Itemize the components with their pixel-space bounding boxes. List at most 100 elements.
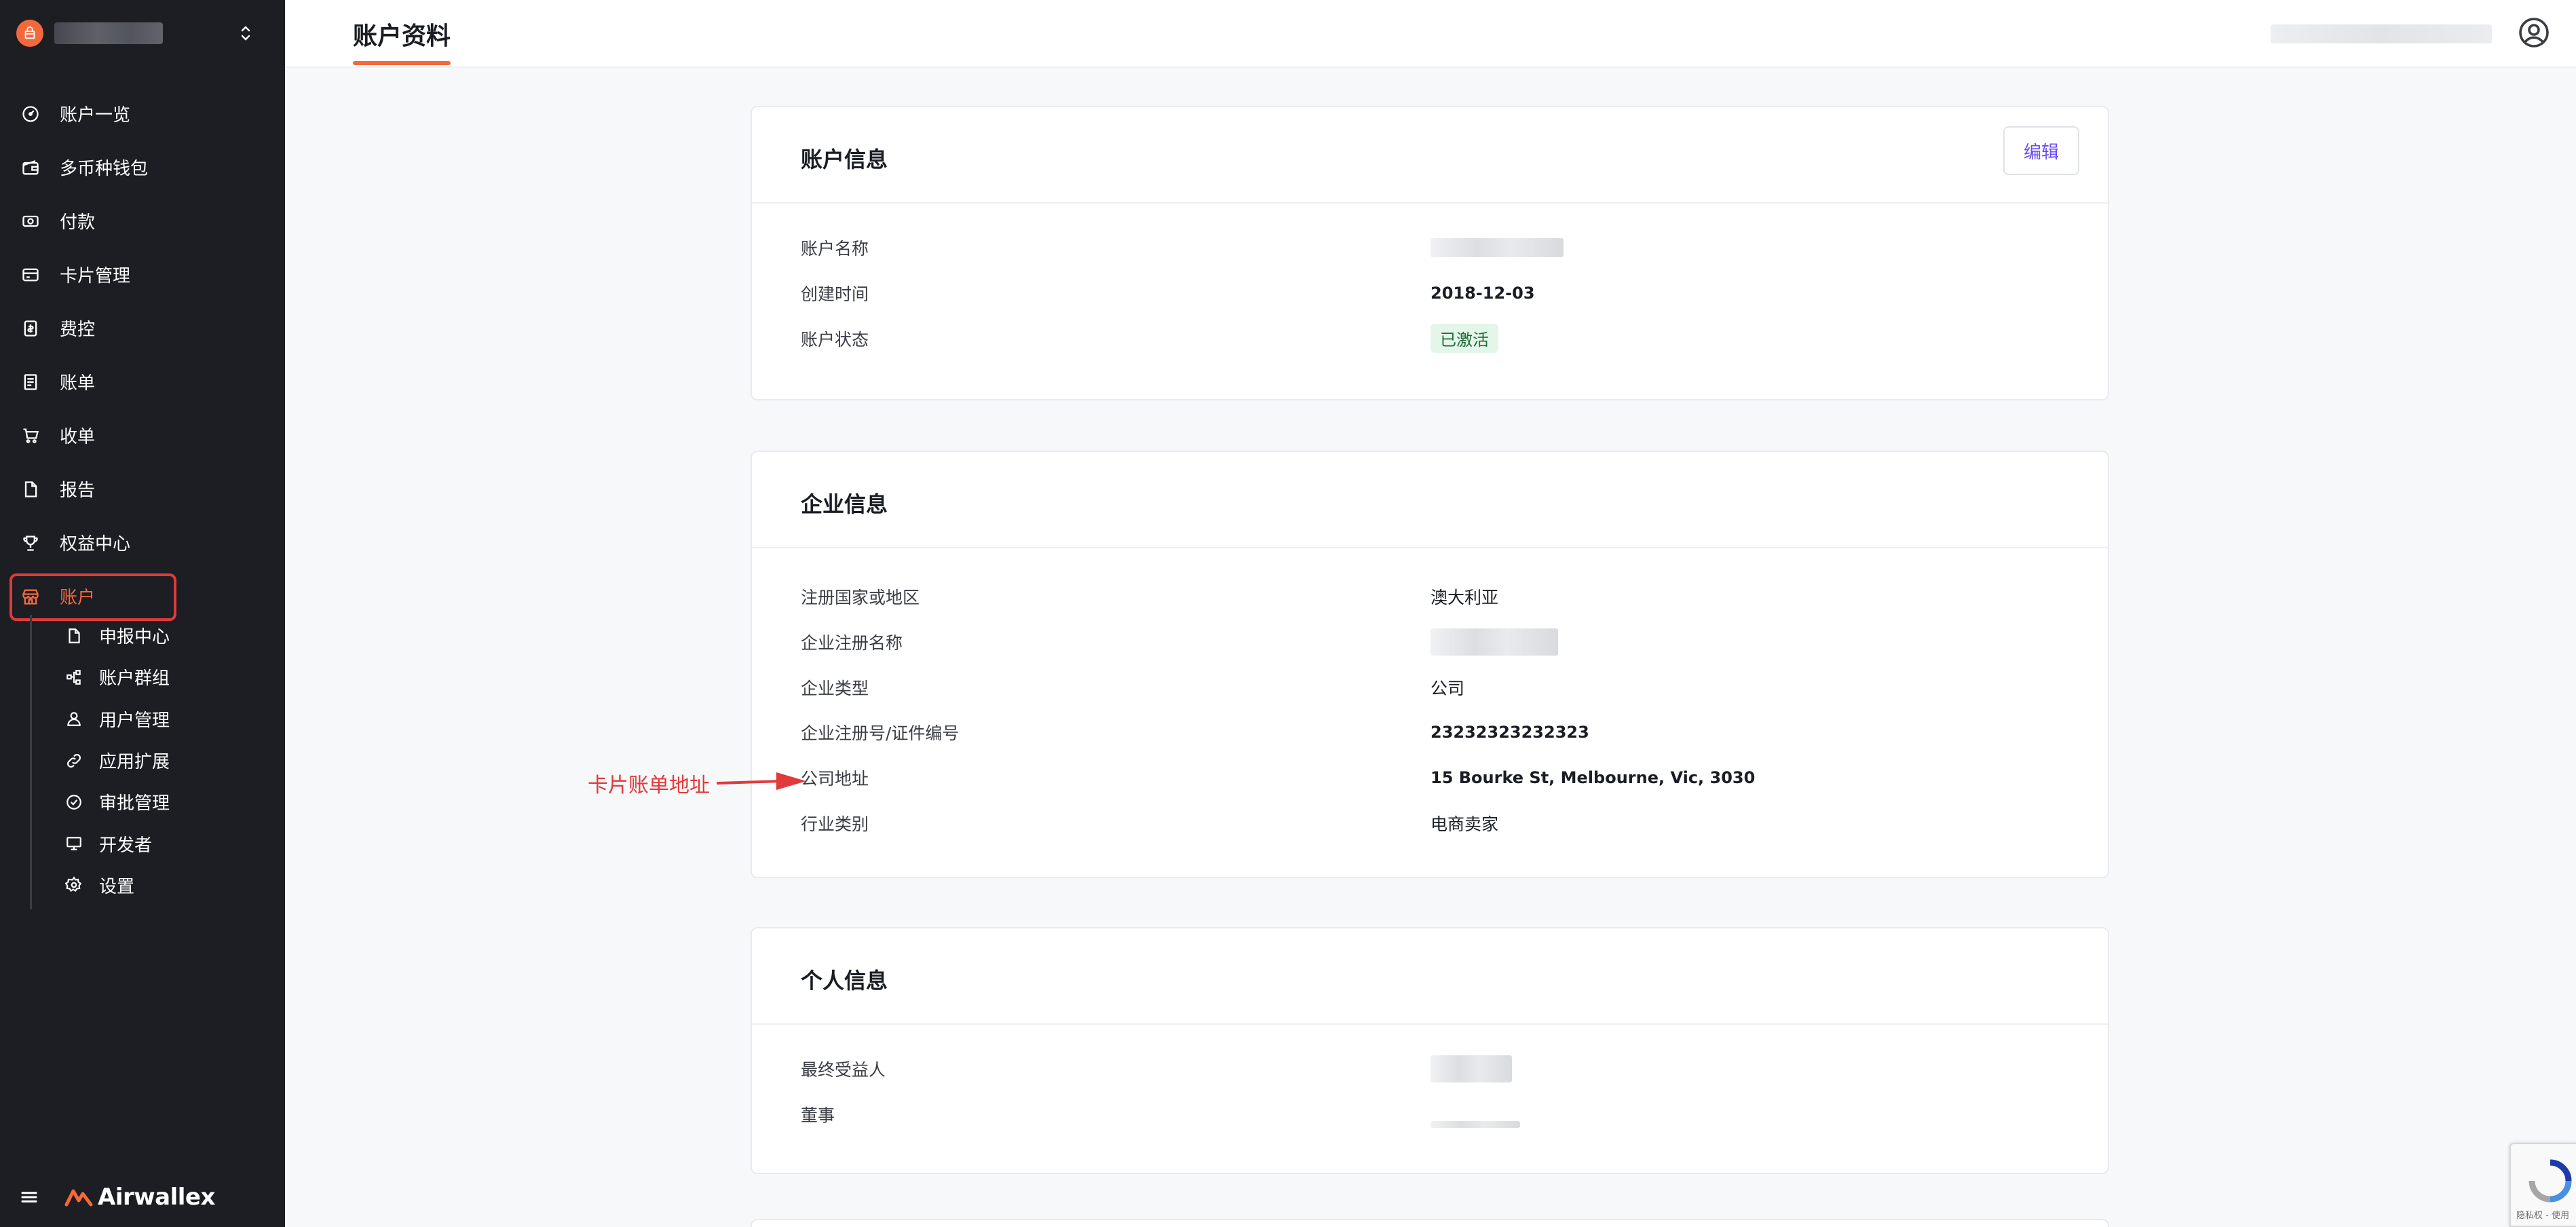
nav-item-label: 权益中心 — [60, 534, 131, 554]
registration-number-value: 23232323232323 — [1431, 723, 1589, 742]
created-date-value: 2018-12-03 — [1431, 284, 1535, 303]
row-label: 公司地址 — [801, 769, 869, 789]
recaptcha-badge[interactable]: 隐私权 - 使用 — [2509, 1143, 2576, 1227]
expense-icon — [20, 318, 41, 339]
user-name-redacted — [2271, 24, 2492, 43]
bill-icon — [20, 372, 41, 392]
nav-item-label: 卡片管理 — [60, 266, 131, 286]
company-address-value: 15 Bourke St, Melbourne, Vic, 3030 — [1431, 768, 1756, 788]
annotation-arrow-icon — [717, 772, 806, 790]
card-title: 企业信息 — [801, 491, 888, 517]
account-subnav: 申报中心 账户群组 用户管理 应用扩展 审批管理 开发者 设置 — [0, 615, 285, 906]
industry-value: 电商卖家 — [1431, 814, 1499, 834]
sidebar-footer: Airwallex — [19, 1181, 215, 1213]
subnav-item-users[interactable]: 用户管理 — [0, 698, 285, 740]
document-icon — [64, 626, 84, 646]
info-row: 注册国家或地区 澳大利亚 — [801, 574, 1755, 620]
row-label: 账户状态 — [801, 329, 869, 350]
subnav-item-developer[interactable]: 开发者 — [0, 823, 285, 864]
nav-item-label: 付款 — [60, 212, 96, 233]
account-switcher[interactable] — [16, 18, 254, 49]
nav-item-reports[interactable]: 报告 — [0, 462, 285, 516]
report-icon — [20, 479, 41, 499]
subnav-item-label: 用户管理 — [99, 710, 170, 731]
account-logo-icon — [16, 20, 43, 47]
status-badge: 已激活 — [1431, 324, 1498, 354]
nav-item-label: 费控 — [60, 320, 96, 340]
next-card-partial — [751, 1219, 2109, 1227]
page-title: 账户资料 — [353, 22, 451, 50]
subnav-item-declarations[interactable]: 申报中心 — [0, 615, 285, 656]
nav-item-rewards[interactable]: 权益中心 — [0, 516, 285, 569]
nav-item-overview[interactable]: 账户一览 — [0, 87, 285, 140]
personal-info-rows: 最终受益人 董事 — [801, 1046, 1520, 1137]
recaptcha-icon — [2528, 1159, 2572, 1203]
nav-item-payments[interactable]: 付款 — [0, 194, 285, 248]
row-label: 企业注册号/证件编号 — [801, 723, 960, 744]
info-row: 企业注册号/证件编号 23232323232323 — [801, 710, 1755, 755]
card-title: 账户信息 — [801, 147, 888, 172]
personal-info-card: 个人信息 最终受益人 董事 — [751, 927, 2109, 1174]
edit-button[interactable]: 编辑 — [2003, 126, 2079, 175]
card-header: 企业信息 — [752, 452, 2108, 548]
account-info-rows: 账户名称 创建时间 2018-12-03 账户状态 已激活 — [801, 225, 1564, 361]
highlight-box — [10, 573, 176, 621]
menu-icon[interactable] — [19, 1187, 39, 1207]
cart-icon — [20, 426, 41, 446]
business-type-value: 公司 — [1431, 678, 1465, 698]
row-label: 企业类型 — [801, 678, 869, 698]
subnav-item-label: 开发者 — [99, 835, 153, 856]
nav-item-bills[interactable]: 账单 — [0, 355, 285, 409]
user-profile-icon[interactable] — [2518, 16, 2550, 49]
info-row: 企业注册名称 — [801, 620, 1755, 665]
chevron-updown-icon[interactable] — [238, 22, 254, 44]
check-circle-icon — [64, 792, 84, 812]
airwallex-logo-icon — [64, 1189, 93, 1207]
subnav-item-apps[interactable]: 应用扩展 — [0, 740, 285, 781]
dashboard-icon — [20, 104, 41, 124]
brand-name: Airwallex — [98, 1184, 215, 1211]
row-label: 行业类别 — [801, 814, 869, 834]
subnav-item-settings[interactable]: 设置 — [0, 865, 285, 906]
row-label: 最终受益人 — [801, 1060, 886, 1080]
info-row: 账户名称 — [801, 225, 1564, 271]
beneficiary-value-redacted — [1431, 1055, 1512, 1083]
info-row: 最终受益人 — [801, 1046, 1520, 1092]
card-title: 个人信息 — [801, 968, 888, 994]
annotation-label: 卡片账单地址 — [588, 774, 710, 797]
payment-icon — [20, 211, 41, 231]
row-label: 注册国家或地区 — [801, 588, 920, 608]
monitor-icon — [64, 833, 84, 854]
subnav-item-label: 应用扩展 — [99, 752, 170, 773]
card-icon — [20, 265, 41, 285]
subnav-item-label: 审批管理 — [99, 793, 170, 814]
active-tab-indicator — [353, 61, 451, 65]
brand-logo: Airwallex — [64, 1184, 215, 1211]
subnav-item-label: 申报中心 — [99, 627, 170, 648]
business-info-card: 企业信息 注册国家或地区 澳大利亚 企业注册名称 企业类型 公司 企业注册号/证… — [751, 451, 2109, 878]
account-name-value-redacted — [1431, 238, 1564, 258]
topbar: 账户资料 — [285, 0, 2576, 68]
business-name-value-redacted — [1431, 628, 1558, 656]
info-row: 企业类型 公司 — [801, 664, 1755, 710]
trophy-icon — [20, 533, 41, 553]
nav-item-label: 多币种钱包 — [60, 159, 149, 179]
row-label: 企业注册名称 — [801, 633, 903, 654]
account-name-redacted — [54, 22, 163, 44]
nav-item-expense[interactable]: 费控 — [0, 301, 285, 355]
nav-item-cards[interactable]: 卡片管理 — [0, 248, 285, 301]
nav-item-wallet[interactable]: 多币种钱包 — [0, 140, 285, 194]
info-row: 行业类别 电商卖家 — [801, 800, 1755, 846]
row-label: 董事 — [801, 1106, 835, 1126]
sidebar: 账户一览 多币种钱包 付款 卡片管理 费控 账单 收单 报告 权益中心 账户 申… — [0, 0, 285, 1227]
subnav-item-groups[interactable]: 账户群组 — [0, 656, 285, 698]
info-row: 账户状态 已激活 — [801, 316, 1564, 361]
link-icon — [64, 751, 84, 771]
info-row: 公司地址 15 Bourke St, Melbourne, Vic, 3030 — [801, 755, 1755, 801]
nav-item-acquiring[interactable]: 收单 — [0, 409, 285, 462]
user-icon — [64, 709, 84, 729]
wallet-icon — [20, 157, 41, 178]
subnav-item-label: 账户群组 — [99, 668, 170, 690]
recaptcha-text[interactable]: 隐私权 - 使用 — [2516, 1208, 2569, 1221]
subnav-item-approvals[interactable]: 审批管理 — [0, 781, 285, 823]
